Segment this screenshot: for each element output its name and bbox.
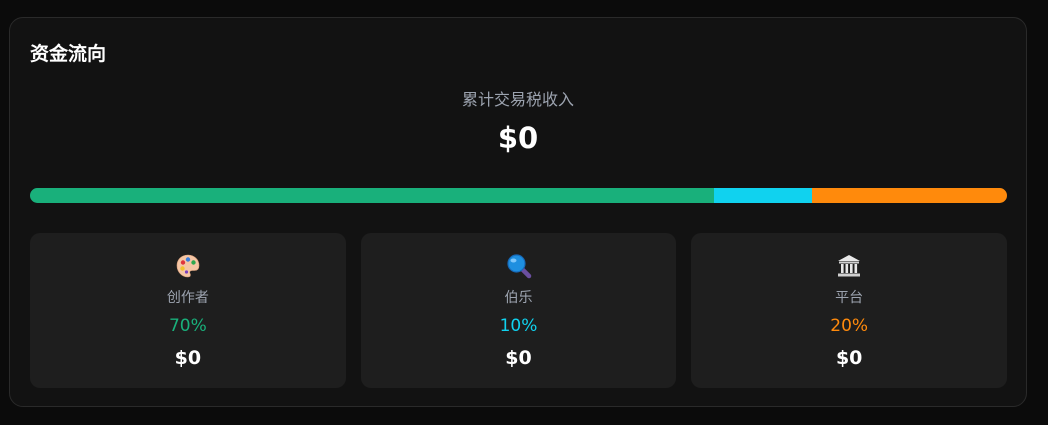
fund-flow-card: 资金流向 累计交易税收入 $0 创作者 70% $0 伯乐 10% $0 平台 … bbox=[9, 17, 1027, 407]
split-name: 伯乐 bbox=[504, 290, 533, 306]
segment-creator bbox=[30, 188, 714, 203]
total-tax-label: 累计交易税收入 bbox=[461, 90, 574, 109]
split-breakdown: 创作者 70% $0 伯乐 10% $0 平台 20% $0 bbox=[30, 233, 1008, 388]
segment-talent-scout bbox=[713, 188, 812, 203]
split-percent: 10% bbox=[499, 316, 538, 336]
split-percent: 20% bbox=[830, 316, 869, 336]
split-amount: $0 bbox=[174, 347, 202, 369]
magnifier-icon bbox=[361, 253, 677, 279]
segment-platform bbox=[811, 188, 1007, 203]
split-amount: $0 bbox=[505, 347, 532, 369]
split-card-platform: 平台 20% $0 bbox=[691, 233, 1008, 388]
split-name: 平台 bbox=[835, 290, 864, 306]
palette-icon bbox=[30, 253, 346, 279]
total-tax-value: $0 bbox=[497, 121, 539, 155]
split-card-talent-scout: 伯乐 10% $0 bbox=[360, 233, 677, 388]
split-card-creator: 创作者 70% $0 bbox=[30, 233, 346, 388]
split-name: 创作者 bbox=[166, 290, 209, 306]
distribution-bar bbox=[30, 188, 1007, 203]
split-amount: $0 bbox=[835, 347, 863, 369]
split-percent: 70% bbox=[168, 316, 207, 336]
bank-icon bbox=[691, 253, 1007, 279]
card-title: 资金流向 bbox=[30, 43, 107, 65]
